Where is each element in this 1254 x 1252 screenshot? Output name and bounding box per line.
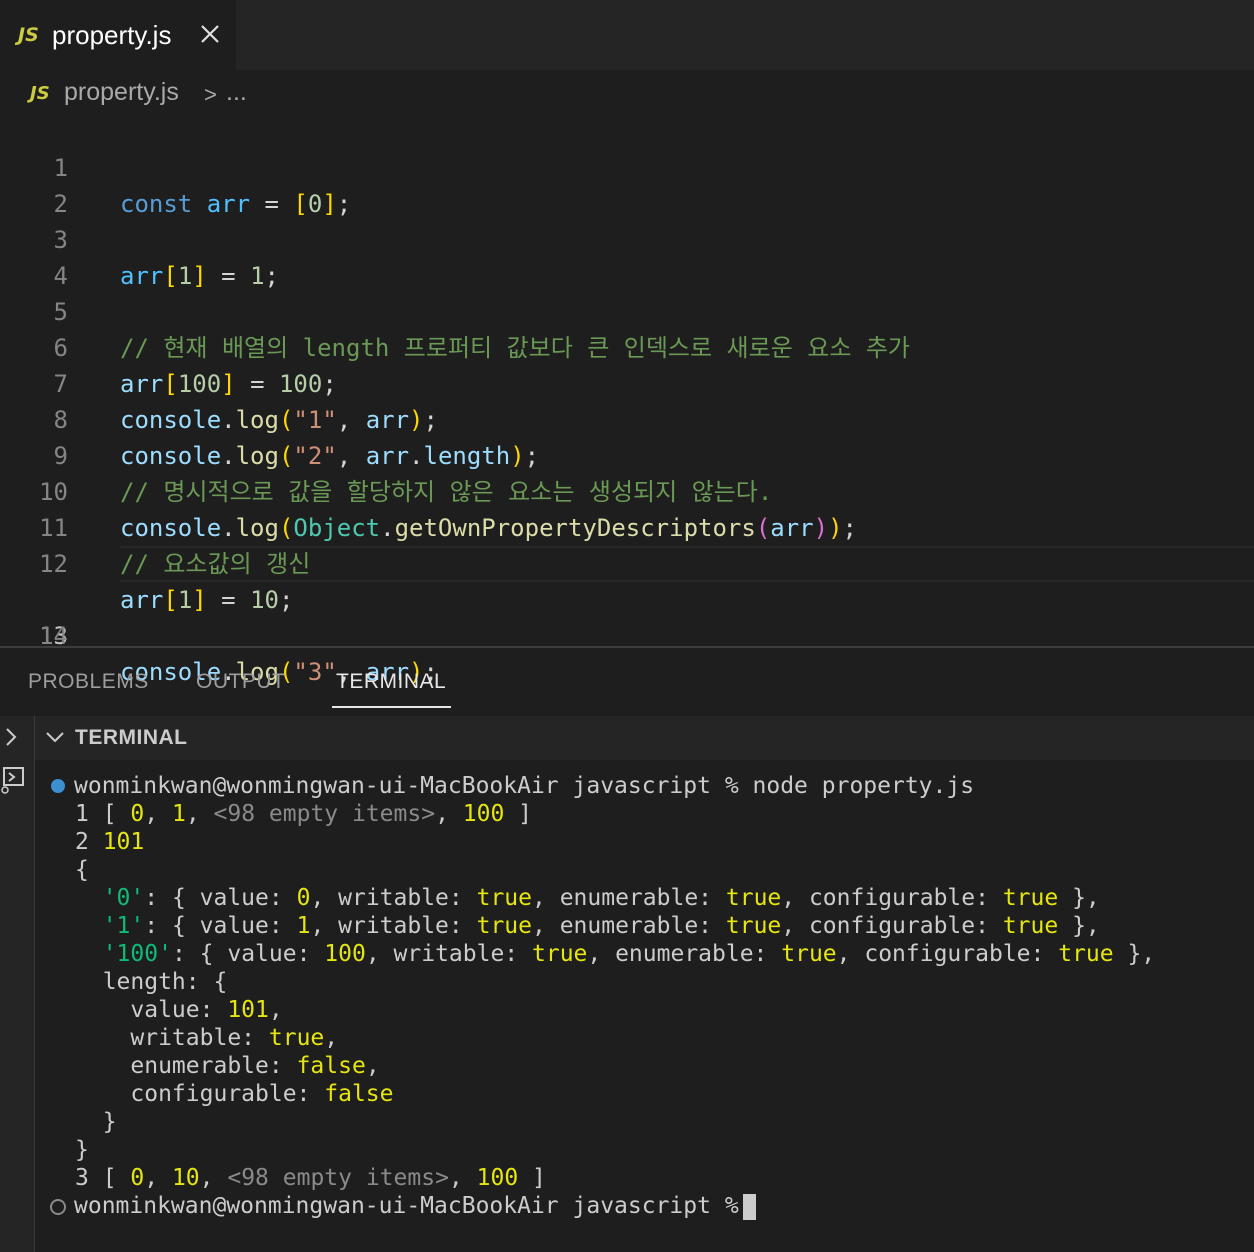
code-line: 3 arr[1] = 1;	[0, 186, 1254, 290]
terminal-line: length: {	[75, 969, 228, 995]
tab-property-js[interactable]: JS property.js	[0, 0, 236, 70]
code-line: 11 // 요소값의 갱신	[0, 474, 1254, 578]
terminal-line: 2 101	[75, 829, 145, 855]
code-line-current: 13 console.log("3", arr);	[0, 546, 1254, 686]
terminal-line: writable: true,	[75, 1025, 339, 1051]
code-line: 10 console.log(Object.getOwnPropertyDesc…	[0, 438, 1254, 542]
terminal-cursor	[742, 1193, 756, 1220]
panel-tab-bar: PROBLEMS OUTPUT TERMINAL	[0, 648, 1254, 716]
code-line: 1 const arr = [0];	[0, 114, 1254, 218]
terminal-output[interactable]: wonminkwan@wonmingwan-ui-MacBookAir java…	[35, 760, 1254, 1252]
terminal-section-header[interactable]: TERMINAL	[35, 716, 1254, 760]
code-line: 14	[0, 582, 1254, 650]
breadcrumb-more[interactable]: ...	[226, 78, 247, 107]
code-line: 12 arr[1] = 10;	[0, 510, 1254, 614]
terminal-prompt: wonminkwan@wonmingwan-ui-MacBookAir java…	[74, 1193, 739, 1219]
terminal-line: }	[75, 1137, 89, 1163]
js-file-icon: JS	[18, 24, 39, 46]
terminal-line: value: 101,	[75, 997, 283, 1023]
tab-output[interactable]: OUTPUT	[196, 670, 285, 694]
chevron-down-icon	[46, 732, 64, 743]
command-status-icon[interactable]	[50, 1199, 66, 1215]
tab-problems[interactable]: PROBLEMS	[28, 670, 149, 694]
tab-terminal[interactable]: TERMINAL	[336, 670, 446, 694]
terminal-header-label: TERMINAL	[75, 726, 188, 749]
terminal-line: enumerable: false,	[75, 1053, 380, 1079]
chevron-right-icon[interactable]	[4, 726, 18, 748]
code-line: 9 // 명시적으로 값을 할당하지 않은 요소는 생성되지 않는다.	[0, 402, 1254, 506]
close-icon[interactable]	[198, 22, 222, 46]
current-line-highlight	[120, 546, 1254, 582]
chevron-right-icon: >	[204, 82, 217, 107]
js-file-icon: JS	[30, 83, 50, 104]
code-line: 4	[0, 222, 1254, 290]
terminal-line: {	[75, 857, 89, 883]
breadcrumb: JS property.js > ...	[0, 70, 1254, 116]
terminal-line: configurable: false	[75, 1081, 394, 1107]
breadcrumb-file[interactable]: property.js	[64, 78, 179, 107]
code-line: 5 // 현재 배열의 length 프로퍼티 값보다 큰 인덱스로 새로운 요…	[0, 258, 1254, 362]
code-line: 2	[0, 150, 1254, 218]
code-line: 8 console.log("2", arr.length);	[0, 366, 1254, 470]
tab-title: property.js	[52, 20, 172, 50]
terminal-line: '0': { value: 0, writable: true, enumera…	[102, 885, 1100, 911]
terminal-side-strip	[0, 716, 35, 1252]
terminal-line: '100': { value: 100, writable: true, enu…	[102, 941, 1156, 967]
active-tab-indicator	[332, 706, 451, 708]
terminal-line: 3 [ 0, 10, <98 empty items>, 100 ]	[75, 1165, 546, 1191]
terminal-line: '1': { value: 1, writable: true, enumera…	[102, 913, 1100, 939]
terminal-line: 1 [ 0, 1, <98 empty items>, 100 ]	[75, 801, 533, 827]
code-line: 7 console.log("1", arr);	[0, 330, 1254, 434]
terminal-prompt-line: wonminkwan@wonmingwan-ui-MacBookAir java…	[74, 1192, 756, 1220]
code-line: 6 arr[100] = 100;	[0, 294, 1254, 398]
command-status-icon[interactable]	[51, 779, 65, 793]
terminal-icon[interactable]	[0, 764, 26, 796]
terminal-line: }	[75, 1109, 117, 1135]
code-editor[interactable]: 1 const arr = [0]; 2 3 arr[1] = 1; 4 5 /…	[0, 114, 1254, 686]
terminal-prompt: wonminkwan@wonmingwan-ui-MacBookAir java…	[74, 773, 975, 799]
editor-tab-bar: JS property.js	[0, 0, 1254, 70]
